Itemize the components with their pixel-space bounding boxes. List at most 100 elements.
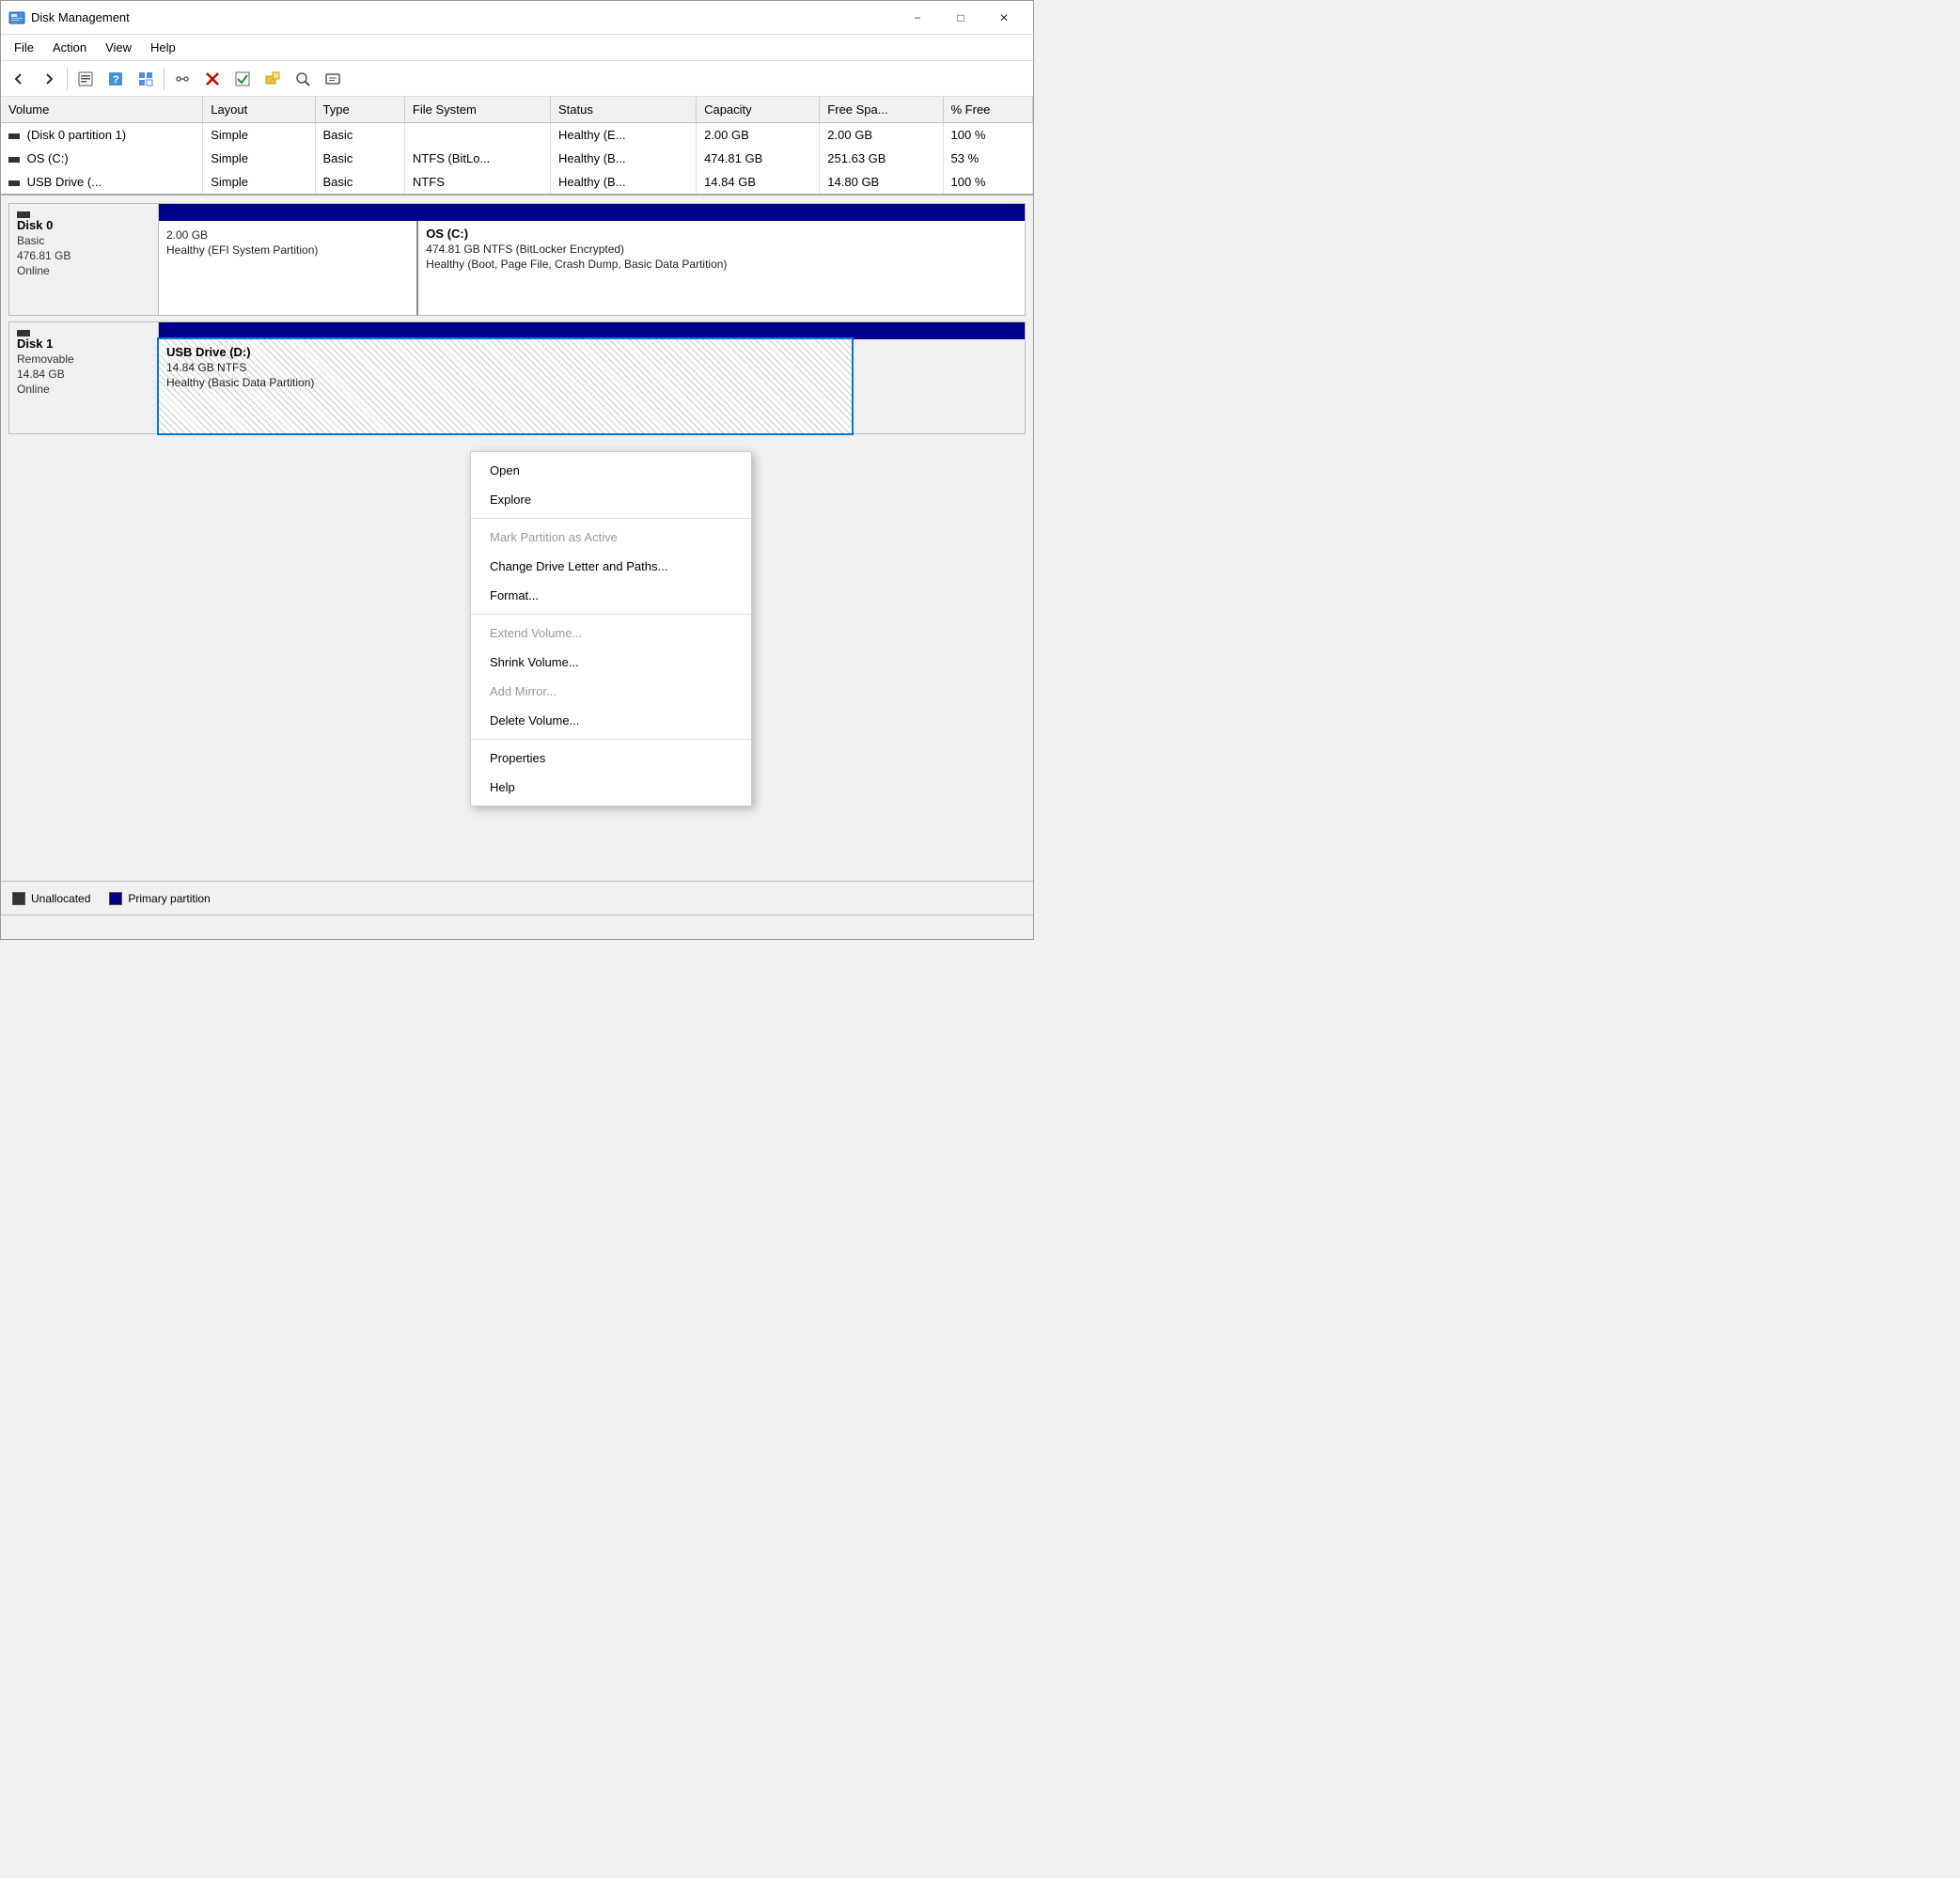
menu-help[interactable]: Help [141, 37, 185, 58]
cell-pct-2: 100 % [943, 170, 1032, 194]
legend-primary-label: Primary partition [128, 892, 210, 905]
delete-button[interactable] [198, 66, 227, 92]
minimize-button[interactable]: − [896, 1, 939, 35]
disk-name-1: Disk 1 [17, 336, 150, 351]
toolbar-separator-1 [67, 68, 68, 90]
toolbar-separator-2 [164, 68, 165, 90]
cell-status-2: Healthy (B... [551, 170, 697, 194]
partition-0-1[interactable]: OS (C:) 474.81 GB NTFS (BitLocker Encryp… [418, 221, 1025, 315]
cell-fs-0 [404, 123, 550, 148]
cell-pct-1: 53 % [943, 147, 1032, 170]
partition-label-0-1: OS (C:) [426, 227, 1017, 241]
col-header-free: Free Spa... [820, 97, 943, 123]
cell-volume-0: (Disk 0 partition 1) [1, 123, 203, 148]
context-menu-item-4[interactable]: Format... [471, 581, 751, 610]
disk-label-1: Disk 1 Removable 14.84 GB Online [8, 321, 159, 434]
disk-parts-body-1: USB Drive (D:) 14.84 GB NTFS Healthy (Ba… [159, 339, 1025, 433]
menu-file[interactable]: File [5, 37, 43, 58]
disk-status-0: Online [17, 264, 150, 277]
disk-name-0: Disk 0 [17, 218, 150, 232]
cell-type-1: Basic [315, 147, 404, 170]
window-title: Disk Management [31, 10, 896, 24]
connect-button[interactable] [168, 66, 196, 92]
col-header-status: Status [551, 97, 697, 123]
disk-partitions-0: 2.00 GB Healthy (EFI System Partition) O… [159, 203, 1026, 316]
disk-size-0: 476.81 GB [17, 249, 150, 262]
context-separator-4 [471, 614, 751, 615]
col-header-pct: % Free [943, 97, 1032, 123]
find-button[interactable] [289, 66, 317, 92]
partition-1-0[interactable]: USB Drive (D:) 14.84 GB NTFS Healthy (Ba… [159, 339, 852, 433]
col-header-capacity: Capacity [697, 97, 820, 123]
legend-unallocated: Unallocated [12, 892, 90, 905]
col-header-volume: Volume [1, 97, 203, 123]
cell-status-1: Healthy (B... [551, 147, 697, 170]
disk-row-1: Disk 1 Removable 14.84 GB Online USB Dri… [8, 321, 1026, 434]
menu-bar: File Action View Help [1, 35, 1033, 61]
table-row[interactable]: OS (C:) Simple Basic NTFS (BitLo... Heal… [1, 147, 1033, 170]
legend-primary-box [109, 892, 122, 905]
properties-button[interactable] [71, 66, 100, 92]
check-button[interactable] [228, 66, 257, 92]
describe-button[interactable] [132, 66, 160, 92]
maximize-button[interactable]: □ [939, 1, 982, 35]
legend-unallocated-box [12, 892, 25, 905]
context-menu-item-10[interactable]: Help [471, 773, 751, 802]
cell-layout-0: Simple [203, 123, 315, 148]
cell-type-2: Basic [315, 170, 404, 194]
context-menu-item-7: Add Mirror... [471, 677, 751, 706]
app-icon [8, 9, 25, 26]
disk-type-0: Basic [17, 234, 150, 247]
main-window: Disk Management − □ ✕ File Action View H… [0, 0, 1034, 940]
legend-bar: Unallocated Primary partition [1, 881, 1033, 915]
context-menu: OpenExploreMark Partition as ActiveChang… [470, 451, 752, 806]
disk-status-1: Online [17, 383, 150, 396]
partition-status-0-0: Healthy (EFI System Partition) [166, 243, 409, 257]
partition-size-0-0: 2.00 GB [166, 228, 409, 242]
toolbar: ? [1, 61, 1033, 97]
help-toolbar-button[interactable]: ? [102, 66, 130, 92]
close-button[interactable]: ✕ [982, 1, 1026, 35]
cell-free-1: 251.63 GB [820, 147, 943, 170]
legend-unallocated-label: Unallocated [31, 892, 90, 905]
menu-view[interactable]: View [96, 37, 141, 58]
cell-layout-2: Simple [203, 170, 315, 194]
status-bar [1, 915, 1033, 939]
back-button[interactable] [5, 66, 33, 92]
volume-table: Volume Layout Type File System Status Ca… [1, 97, 1033, 196]
disk-label-0: Disk 0 Basic 476.81 GB Online [8, 203, 159, 316]
disk-header-bar-0 [159, 204, 1025, 221]
context-menu-item-3[interactable]: Change Drive Letter and Paths... [471, 552, 751, 581]
cell-volume-2: USB Drive (... [1, 170, 203, 194]
cell-capacity-0: 2.00 GB [697, 123, 820, 148]
title-bar: Disk Management − □ ✕ [1, 1, 1033, 35]
disk-type-1: Removable [17, 352, 150, 366]
context-menu-item-6[interactable]: Shrink Volume... [471, 648, 751, 677]
legend-primary: Primary partition [109, 892, 210, 905]
cell-capacity-2: 14.84 GB [697, 170, 820, 194]
table-row[interactable]: (Disk 0 partition 1) Simple Basic Health… [1, 123, 1033, 148]
add-button[interactable] [259, 66, 287, 92]
cell-type-0: Basic [315, 123, 404, 148]
menu-action[interactable]: Action [43, 37, 96, 58]
context-separator-8 [471, 739, 751, 740]
cell-free-2: 14.80 GB [820, 170, 943, 194]
partition-size-1-0: 14.84 GB NTFS [166, 361, 844, 374]
export-button[interactable] [319, 66, 347, 92]
cell-status-0: Healthy (E... [551, 123, 697, 148]
svg-text:?: ? [113, 74, 119, 86]
cell-layout-1: Simple [203, 147, 315, 170]
context-menu-item-9[interactable]: Properties [471, 743, 751, 773]
context-menu-item-0[interactable]: Open [471, 456, 751, 485]
table-row[interactable]: USB Drive (... Simple Basic NTFS Healthy… [1, 170, 1033, 194]
partition-status-0-1: Healthy (Boot, Page File, Crash Dump, Ba… [426, 258, 1017, 271]
col-header-layout: Layout [203, 97, 315, 123]
context-menu-item-8[interactable]: Delete Volume... [471, 706, 751, 735]
partition-0-0[interactable]: 2.00 GB Healthy (EFI System Partition) [159, 221, 418, 315]
forward-button[interactable] [35, 66, 63, 92]
partition-label-1-0: USB Drive (D:) [166, 345, 844, 359]
cell-volume-1: OS (C:) [1, 147, 203, 170]
context-menu-item-1[interactable]: Explore [471, 485, 751, 514]
disk-size-1: 14.84 GB [17, 368, 150, 381]
disk-parts-body-0: 2.00 GB Healthy (EFI System Partition) O… [159, 221, 1025, 315]
